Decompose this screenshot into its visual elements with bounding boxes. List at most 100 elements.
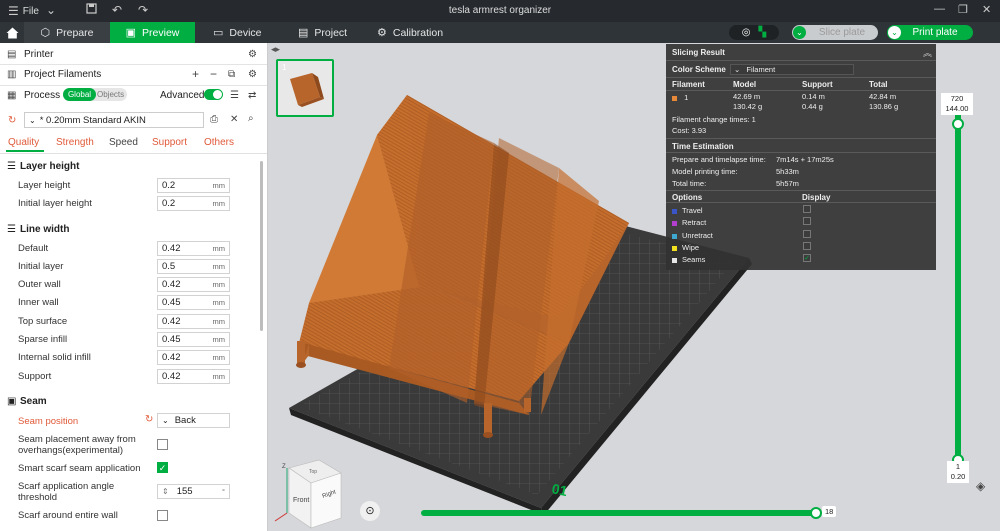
sparse-infill-width-field[interactable]: 0.45 mm xyxy=(157,332,230,347)
advanced-toggle[interactable] xyxy=(204,89,223,100)
option-travel: Travel xyxy=(672,206,703,215)
tab-device[interactable]: ▭ Device xyxy=(213,22,262,43)
internal-solid-infill-width-field[interactable]: 0.42 mm xyxy=(157,350,230,365)
total-weight: 130.86 g xyxy=(869,102,899,111)
option-label: Retract xyxy=(682,218,707,227)
tab-others[interactable]: Others xyxy=(204,137,234,148)
support-width-field[interactable]: 0.42 mm xyxy=(157,369,230,384)
hamburger-icon: ☰ xyxy=(8,4,19,18)
tab-speed[interactable]: Speed xyxy=(109,137,138,148)
seams-display-checkbox[interactable]: ✓ xyxy=(803,254,811,262)
settings-scrollbar[interactable] xyxy=(260,161,263,331)
default-width-field[interactable]: 0.42 mm xyxy=(157,241,230,256)
process-profile-select[interactable]: ⌄ * 0.20mm Standard AKIN xyxy=(24,112,204,128)
inner-wall-width-field[interactable]: 0.45 mm xyxy=(157,295,230,310)
unretract-display-checkbox[interactable] xyxy=(803,230,811,238)
reset-icon[interactable]: ↻ xyxy=(8,115,16,126)
sync-icon[interactable]: ⧉ xyxy=(228,69,235,80)
layer-height-field[interactable]: 0.2 mm xyxy=(157,178,230,193)
initial-layer-width-field[interactable]: 0.5 mm xyxy=(157,259,230,274)
home-button[interactable] xyxy=(0,22,24,43)
tab-quality[interactable]: Quality xyxy=(8,137,39,148)
option-label: Travel xyxy=(682,206,703,215)
seam-position-select[interactable]: ⌄ Back xyxy=(157,413,230,428)
outer-wall-width-label: Outer wall xyxy=(18,279,61,290)
fit-view-button[interactable]: ⊙ xyxy=(360,501,380,521)
save-icon[interactable] xyxy=(86,3,97,17)
color-scheme-select[interactable]: ⌄ Filament xyxy=(730,64,854,75)
active-tab-underline xyxy=(6,150,44,152)
scarf-entire-wall-checkbox[interactable] xyxy=(157,510,168,521)
layer-slider-top-handle[interactable] xyxy=(952,118,964,130)
chevron-down-icon[interactable]: ⌄ xyxy=(46,3,56,17)
tab-preview[interactable]: ▣ Preview xyxy=(110,22,195,43)
retract-swatch xyxy=(672,220,677,226)
model-time-value: 5h33m xyxy=(776,167,799,176)
tab-preview-label: Preview xyxy=(142,26,180,39)
scarf-angle-stepper[interactable]: ⇕ 155 ° xyxy=(157,484,230,499)
add-icon[interactable]: + xyxy=(192,67,199,81)
tab-prepare[interactable]: ⬡ Prepare xyxy=(24,22,110,43)
slice-plate-button[interactable]: ⌄ Slice plate xyxy=(792,25,878,40)
stepper-arrows-icon[interactable]: ⇕ xyxy=(162,487,169,496)
move-slider-value: 18 xyxy=(822,506,837,517)
top-layer-number: 720 xyxy=(950,94,964,103)
undo-icon[interactable]: ↶ xyxy=(112,3,122,17)
initial-layer-height-field[interactable]: 0.2 mm xyxy=(157,196,230,211)
line-width-title: Line width xyxy=(20,224,70,235)
plate-thumbnail[interactable]: 1 xyxy=(276,59,334,117)
seam-away-checkbox[interactable] xyxy=(157,439,168,450)
tab-project[interactable]: ▤ Project xyxy=(298,22,347,43)
global-option[interactable]: Global xyxy=(63,88,96,101)
total-time-label: Total time: xyxy=(672,179,707,188)
tab-support[interactable]: Support xyxy=(152,137,187,148)
z-axis-label: Z xyxy=(282,464,286,470)
x-axis-line xyxy=(274,512,288,522)
close-icon[interactable]: ✕ xyxy=(982,3,991,16)
tab-calibration[interactable]: ⚙ Calibration xyxy=(377,22,443,43)
printer-header[interactable]: ▤ Printer ⚙ xyxy=(0,46,267,62)
close-icon[interactable]: ✕ xyxy=(230,114,238,125)
view-toggle[interactable]: ◎ ▚ xyxy=(729,25,779,40)
smart-scarf-checkbox[interactable]: ✓ xyxy=(157,462,168,473)
save-profile-icon[interactable]: ⎙ xyxy=(210,114,218,125)
layer-height-icon: ☰ xyxy=(7,161,16,172)
field-value: 0.42 xyxy=(162,243,181,254)
model-length: 42.69 m xyxy=(733,92,761,101)
seams-swatch xyxy=(672,257,677,263)
wipe-display-checkbox[interactable] xyxy=(803,242,811,250)
redo-icon[interactable]: ↷ xyxy=(138,3,148,17)
retract-display-checkbox[interactable] xyxy=(803,217,811,225)
travel-display-checkbox[interactable] xyxy=(803,205,811,213)
objects-option[interactable]: Objects xyxy=(97,88,124,101)
layer-height-title: Layer height xyxy=(20,161,80,172)
top-surface-width-field[interactable]: 0.42 mm xyxy=(157,314,230,329)
gear-icon[interactable]: ⚙ xyxy=(248,69,257,80)
reset-icon[interactable]: ↻ xyxy=(145,414,153,425)
chevron-down-icon: ⌄ xyxy=(793,26,806,39)
navigation-cube[interactable]: Front Right Top xyxy=(288,459,342,529)
layers-icon[interactable]: ◈ xyxy=(976,479,985,493)
seam-title: Seam xyxy=(20,396,47,407)
search-icon[interactable]: ⌕ xyxy=(248,113,254,124)
layer-slider-track[interactable] xyxy=(955,112,961,462)
filament-color-swatch xyxy=(672,95,677,101)
compare-icon[interactable]: ⇄ xyxy=(248,90,256,101)
collapse-sidebar-icon[interactable]: ◂▸ xyxy=(271,44,280,55)
remove-icon[interactable]: − xyxy=(210,67,217,81)
list-icon[interactable]: ☰ xyxy=(230,90,239,101)
print-plate-button[interactable]: ⌄ Print plate xyxy=(887,25,973,40)
restore-icon[interactable]: ❐ xyxy=(958,3,968,16)
process-scope-toggle[interactable]: Global Objects xyxy=(63,88,127,101)
file-menu[interactable]: ☰ File xyxy=(8,4,39,18)
minimize-icon[interactable]: — xyxy=(934,3,945,15)
folder-icon: ▤ xyxy=(298,27,309,39)
outer-wall-width-field[interactable]: 0.42 mm xyxy=(157,277,230,292)
filaments-header[interactable]: ▥ Project Filaments + − ⧉ ⚙ xyxy=(0,66,267,82)
tab-strength[interactable]: Strength xyxy=(56,137,94,148)
move-slider-handle[interactable] xyxy=(810,507,822,519)
gear-icon[interactable]: ⚙ xyxy=(248,49,257,60)
initial-layer-height-label: Initial layer height xyxy=(18,198,92,209)
collapse-icon[interactable]: ︽ xyxy=(923,46,932,59)
move-slider-track[interactable] xyxy=(421,510,818,516)
